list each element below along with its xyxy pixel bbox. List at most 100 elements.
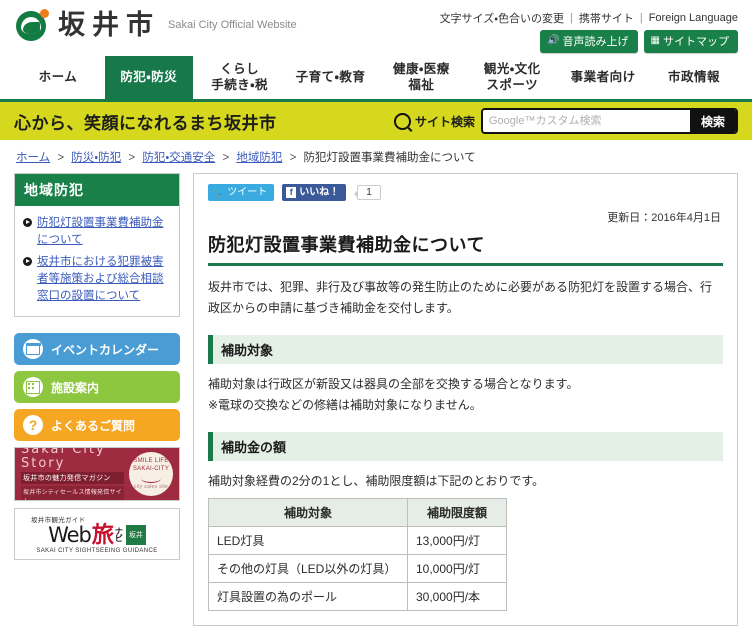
twitter-share-button[interactable]: 🐦 ツイート bbox=[208, 184, 275, 201]
nav-label-health-line2: 福祉 bbox=[408, 77, 435, 92]
banner-story-smile-seal: SMILE LIFE SAKAI-CITY city sales site bbox=[129, 452, 173, 497]
banner-web-seal2: 井 bbox=[135, 531, 143, 539]
sidebar-item-victim-support-label[interactable]: 坂井市における犯罪被害者等施策および総合相談窓口の設置について bbox=[37, 254, 171, 304]
search-button[interactable]: 検索 bbox=[689, 110, 736, 132]
sidebar: 地域防犯 防犯灯設置事業費補助金について 坂井市における犯罪被害者等施策および総… bbox=[14, 173, 180, 626]
table-cell-limit: 13,000円/灯 bbox=[407, 526, 507, 555]
nav-label-crime-disaster-line1: 防犯・防災 bbox=[120, 69, 178, 84]
nav-label-living-line2: 手続き・税 bbox=[211, 77, 269, 92]
site-header: 坂井市 Sakai City Official Website 文字サイズ・色合… bbox=[0, 0, 752, 56]
sitemap-button[interactable]: ▦ サイトマップ bbox=[643, 30, 738, 53]
breadcrumb-item-home[interactable]: ホーム bbox=[16, 152, 50, 164]
sidebar-panel-community-crime: 地域防犯 防犯灯設置事業費補助金について 坂井市における犯罪被害者等施策および総… bbox=[14, 173, 180, 318]
table-header-limit: 補助限度額 bbox=[407, 498, 507, 527]
table-cell-limit: 30,000円/本 bbox=[407, 582, 507, 611]
sidebar-banner-sakai-city-story[interactable]: Sakai City Story 坂井市の魅力発信マガジン 坂井市シティセールス… bbox=[14, 447, 180, 502]
sidebar-button-event-calendar[interactable]: イベントカレンダー bbox=[14, 333, 180, 366]
banner-web-bottom: SAKAI CITY SIGHTSEEING GUIDANCE bbox=[36, 548, 158, 555]
magnifier-icon bbox=[393, 112, 411, 130]
subsidy-table: 補助対象 補助限度額 LED灯具 13,000円/灯 その他の灯具（LED以外の… bbox=[208, 498, 507, 611]
nav-item-city-info[interactable]: 市政情報 bbox=[650, 56, 738, 102]
breadcrumb-separator-3: > bbox=[222, 152, 230, 164]
sidebar-item-subsidy-label[interactable]: 防犯灯設置事業費補助金について bbox=[37, 215, 171, 248]
breadcrumb-item-traffic-safety[interactable]: 防犯・交通安全 bbox=[142, 152, 215, 164]
section-heading-subsidy-amount: 補助金の額 bbox=[208, 432, 723, 461]
brand-name: 坂井市 bbox=[58, 9, 160, 40]
utility-separator-1: | bbox=[569, 12, 573, 24]
sidebar-panel-title: 地域防犯 bbox=[15, 174, 179, 206]
banner-story-title: Sakai City Story bbox=[21, 447, 106, 471]
twitter-share-label: ツイート bbox=[227, 187, 268, 198]
banner-web-tabi: 旅 bbox=[91, 522, 114, 548]
brand-subtitle: Sakai City Official Website bbox=[168, 18, 297, 31]
sidebar-banner-web-tabi-navi[interactable]: 坂井市観光ガイド Web 旅 ナ ビ 坂 井 SAKAI CITY SIGHTS… bbox=[14, 508, 180, 561]
nav-item-living[interactable]: くらし 手続き・税 bbox=[195, 56, 284, 102]
search-label-text: サイト検索 bbox=[414, 114, 475, 129]
nav-item-crime-disaster[interactable]: 防犯・防災 bbox=[104, 56, 193, 102]
nav-label-childcare-line1: 子育て・教育 bbox=[295, 69, 366, 84]
banner-story-circle-line2: SAKAI-CITY bbox=[132, 465, 170, 472]
sidebar-link-list: 防犯灯設置事業費補助金について 坂井市における犯罪被害者等施策および総合相談窓口… bbox=[15, 206, 179, 316]
banner-story-circle-line1: SMILE LIFE bbox=[133, 458, 169, 465]
sidebar-item-subsidy[interactable]: 防犯灯設置事業費補助金について bbox=[23, 212, 171, 251]
nav-label-tourism-line2: スポーツ bbox=[486, 77, 539, 92]
facebook-like-count: 1 bbox=[354, 185, 381, 200]
utility-link-language[interactable]: Foreign Language bbox=[649, 12, 738, 24]
calendar-icon bbox=[23, 339, 43, 360]
nav-item-childcare-education[interactable]: 子育て・教育 bbox=[286, 56, 375, 102]
facebook-f-icon: f bbox=[286, 187, 297, 198]
sidebar-button-facility-guide[interactable]: 施設案内 bbox=[14, 371, 180, 404]
section1-line2: ※電球の交換などの修繕は補助対象になりません。 bbox=[208, 398, 482, 412]
arrow-bullet-icon bbox=[23, 257, 32, 267]
table-cell-target: LED灯具 bbox=[208, 526, 408, 555]
search-box: 検索 bbox=[480, 108, 738, 134]
utility-link-mobile[interactable]: 携帯サイト bbox=[579, 10, 634, 26]
search-label: サイト検索 bbox=[393, 112, 475, 130]
update-date: 更新日：2016年4月1日 bbox=[607, 212, 721, 224]
smile-curve-icon bbox=[141, 474, 161, 484]
facebook-like-button[interactable]: f いいね！ bbox=[282, 184, 347, 201]
breadcrumb: ホーム > 防災・防犯 > 防犯・交通安全 > 地域防犯 > 防犯灯設置事業費補… bbox=[0, 140, 752, 173]
section2-line1: 補助対象経費の2分の1とし、補助限度額は下記のとおりです。 bbox=[208, 474, 545, 488]
audio-reading-button[interactable]: 🔊 音声読み上げ bbox=[540, 30, 638, 53]
main-content: 🐦 ツイート f いいね！ 1 更新日：2016年4月1日 防犯灯設置事業費補助… bbox=[193, 173, 738, 626]
table-cell-target: 灯具設置の為のポール bbox=[208, 582, 408, 611]
sidebar-button-faq[interactable]: ? よくあるご質問 bbox=[14, 409, 180, 442]
sitemap-label: サイトマップ bbox=[663, 36, 729, 48]
utility-link-textsize[interactable]: 文字サイズ・色合いの変更 bbox=[440, 10, 564, 26]
breadcrumb-item-community-crime[interactable]: 地域防犯 bbox=[236, 152, 282, 164]
breadcrumb-item-disaster[interactable]: 防災・防犯 bbox=[71, 152, 121, 164]
banner-web-navi2: ビ bbox=[114, 534, 123, 544]
page-title: 防犯灯設置事業費補助金について bbox=[208, 235, 485, 255]
breadcrumb-separator-4: > bbox=[289, 152, 297, 164]
banner-web-word: Web bbox=[48, 522, 92, 547]
sidebar-button-faq-label: よくあるご質問 bbox=[51, 418, 136, 433]
table-row: 灯具設置の為のポール 30,000円/本 bbox=[208, 582, 507, 611]
arrow-bullet-icon bbox=[23, 218, 32, 227]
nav-item-health-medical[interactable]: 健康・医療 福祉 bbox=[377, 56, 466, 102]
main-navigation: ホーム 防犯・防災 くらし 手続き・税 子育て・教育 健康・医療 福祉 観光・文… bbox=[0, 56, 752, 102]
section-heading-subsidy-target: 補助対象 bbox=[208, 335, 723, 364]
section1-line1: 補助対象は行政区が新設又は器具の全部を交換する場合となります。 bbox=[208, 377, 579, 391]
nav-item-home[interactable]: ホーム bbox=[14, 56, 102, 102]
table-header-row: 補助対象 補助限度額 bbox=[208, 498, 507, 527]
catchphrase-text: 心から、笑顔になれるまち坂井市 bbox=[14, 113, 277, 133]
banner-web-seal1: 坂 bbox=[128, 531, 136, 539]
search-input[interactable] bbox=[482, 110, 690, 132]
sidebar-item-victim-support[interactable]: 坂井市における犯罪被害者等施策および総合相談窓口の設置について bbox=[23, 251, 171, 307]
question-icon: ? bbox=[23, 415, 43, 436]
intro-paragraph: 坂井市では、犯罪、非行及び事故等の発生防止のために必要がある防犯灯を設置する場合… bbox=[208, 280, 713, 315]
sitemap-icon: ▦ bbox=[650, 35, 660, 46]
nav-item-business[interactable]: 事業者向け bbox=[559, 56, 648, 102]
social-share-row: 🐦 ツイート f いいね！ 1 bbox=[208, 184, 723, 201]
section1-body: 補助対象は行政区が新設又は器具の全部を交換する場合となります。 ※電球の交換など… bbox=[208, 374, 723, 416]
nav-item-tourism-culture[interactable]: 観光・文化 スポーツ bbox=[468, 56, 557, 102]
table-cell-limit: 10,000円/灯 bbox=[407, 554, 507, 583]
sakai-city-swirl-logo-icon bbox=[16, 9, 49, 41]
twitter-bird-icon: 🐦 bbox=[213, 186, 225, 197]
site-brand[interactable]: 坂井市 Sakai City Official Website bbox=[16, 9, 297, 41]
utility-buttons: 🔊 音声読み上げ ▦ サイトマップ bbox=[540, 30, 738, 53]
banner-story-line3: 坂井市シティセールス情報発信サイト bbox=[21, 485, 124, 501]
breadcrumb-item-current: 防犯灯設置事業費補助金について bbox=[303, 152, 476, 164]
title-divider bbox=[208, 263, 723, 266]
